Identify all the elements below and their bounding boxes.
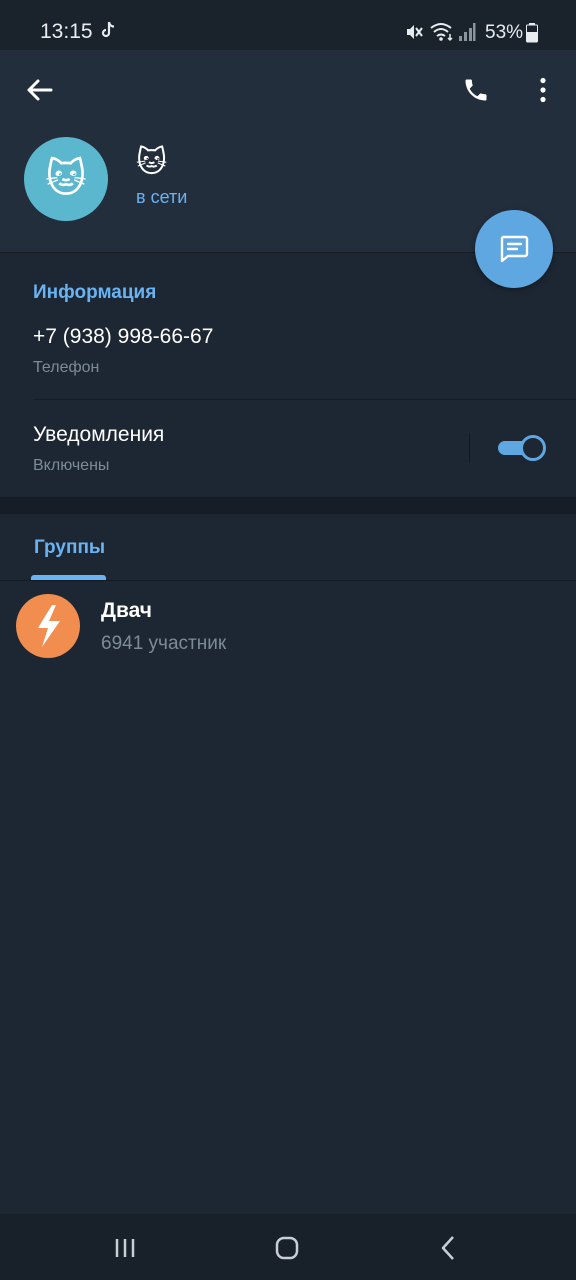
wifi-icon [430,22,454,47]
notifications-label[interactable]: Уведомления [33,423,164,447]
call-button[interactable] [456,70,496,110]
phone-number[interactable]: +7 (938) 998-66-67 [33,325,213,349]
group-members: 6941 участник [101,633,227,654]
group-name: Двач [101,599,152,622]
divider [469,433,470,463]
divider [0,580,576,581]
message-icon [500,235,529,263]
back-icon [441,1236,454,1260]
status-bar: 13:15 53% [0,0,576,50]
section-separator [0,497,576,514]
mute-icon [404,22,424,47]
notifications-caption: Включены [33,457,110,474]
groups-section: Группы Двач 6941 участник [0,514,576,1214]
battery-percent: 53% [485,22,524,43]
divider [33,399,576,400]
avatar[interactable]: 🐱 [24,137,108,221]
recents-icon [115,1239,135,1257]
group-avatar [16,594,80,658]
tab-label: Группы [34,537,106,558]
more-button[interactable] [526,70,560,110]
recents-button[interactable] [110,1233,140,1263]
phone-caption: Телефон [33,359,100,376]
info-section: Информация +7 (938) 998-66-67 Телефон Ув… [0,252,576,497]
tiktok-icon [100,20,116,45]
toggle-knob [520,435,546,461]
info-title: Информация [33,282,157,303]
home-icon [275,1236,299,1260]
battery-icon [526,23,538,48]
profile-name: 🐱 [136,146,168,179]
signal-icon [458,22,476,47]
system-back-button[interactable] [434,1233,464,1263]
notifications-toggle[interactable] [498,435,546,461]
back-arrow-icon [27,79,53,101]
back-button[interactable] [18,70,60,110]
lightning-icon [38,605,60,647]
tab-groups[interactable]: Группы [20,514,116,581]
system-nav-bar [0,1214,576,1280]
home-button[interactable] [272,1233,302,1263]
profile-status: в сети [136,187,188,207]
send-message-button[interactable] [475,210,553,288]
more-vertical-icon [540,77,546,103]
status-time: 13:15 [40,20,93,43]
phone-icon [465,79,487,101]
group-list-item[interactable]: Двач 6941 участник [0,584,576,668]
